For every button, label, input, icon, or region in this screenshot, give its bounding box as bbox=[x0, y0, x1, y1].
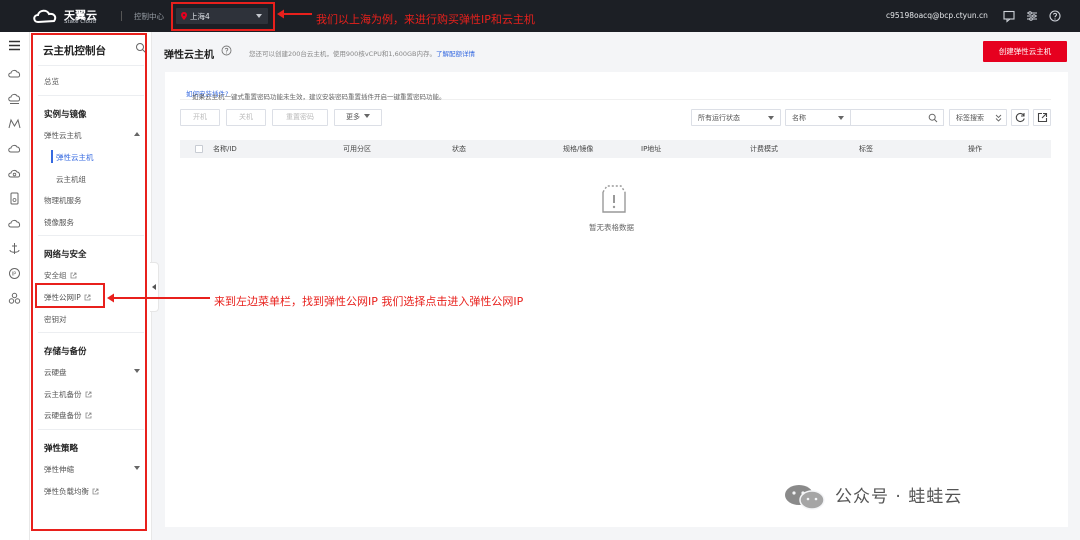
anchor-icon[interactable] bbox=[7, 241, 22, 256]
chevron-left-icon bbox=[152, 284, 156, 290]
search-input[interactable] bbox=[850, 109, 944, 126]
tag-search-label: 标签搜索 bbox=[956, 114, 984, 122]
help-icon[interactable] bbox=[221, 45, 232, 56]
annotation-arrow-left-icon bbox=[277, 9, 312, 19]
ip-icon[interactable]: IP bbox=[7, 266, 22, 281]
quota-info: 您还可以创建200台云主机，使用900核vCPU和1,600GB内存。了解配额详… bbox=[249, 50, 475, 58]
column-header[interactable]: IP地址 bbox=[641, 144, 661, 154]
start-button[interactable]: 开机 bbox=[180, 109, 220, 126]
annotation-box-region bbox=[171, 2, 275, 31]
column-header[interactable]: 计费模式 bbox=[750, 144, 778, 154]
notice-text: 如果云主机一键式重置密码功能未生效，建议安装密码重置插件开启一键重置密码功能。 bbox=[192, 93, 446, 101]
annotation-box-eip bbox=[35, 283, 105, 308]
menu-icon[interactable] bbox=[7, 38, 22, 53]
database-icon[interactable] bbox=[7, 191, 22, 206]
tag-search-toggle[interactable]: 标签搜索 bbox=[949, 109, 1007, 126]
status-filter-value: 所有运行状态 bbox=[698, 114, 740, 122]
svg-text:IP: IP bbox=[12, 272, 17, 278]
settings-icon[interactable] bbox=[1025, 9, 1039, 23]
cloud-storage-icon[interactable] bbox=[7, 91, 22, 106]
refresh-icon bbox=[1015, 112, 1025, 123]
cluster-icon[interactable] bbox=[7, 291, 22, 306]
chevron-down-icon bbox=[364, 114, 370, 118]
export-icon bbox=[1037, 112, 1048, 123]
message-icon[interactable] bbox=[1002, 9, 1016, 23]
brand-subtitle: State Cloud bbox=[64, 19, 97, 25]
export-button[interactable] bbox=[1033, 109, 1051, 126]
logo[interactable]: 天翼云 State Cloud bbox=[32, 6, 104, 26]
search-icon[interactable] bbox=[928, 113, 938, 123]
divider bbox=[121, 11, 122, 21]
search-field-select[interactable]: 名称 bbox=[785, 109, 851, 126]
top-bar: 天翼云 State Cloud 控制中心 上海4 c95198oacq@bcp.… bbox=[0, 0, 1080, 32]
cloud-db-icon[interactable] bbox=[7, 166, 22, 181]
chevron-down-icon bbox=[838, 116, 844, 120]
reset-password-button[interactable]: 重置密码 bbox=[272, 109, 328, 126]
select-all-checkbox[interactable] bbox=[195, 145, 203, 153]
stop-button[interactable]: 关机 bbox=[226, 109, 266, 126]
column-header[interactable]: 可用分区 bbox=[343, 144, 371, 154]
quota-details-link[interactable]: 了解配额详情 bbox=[436, 50, 475, 58]
page-title: 弹性云主机 bbox=[164, 50, 214, 61]
cloud-outline-icon[interactable] bbox=[7, 141, 22, 156]
wechat-icon bbox=[785, 485, 825, 510]
network-icon[interactable] bbox=[7, 116, 22, 131]
icon-rail: IP bbox=[0, 32, 30, 540]
page-header: 弹性云主机 您还可以创建200台云主机，使用900核vCPU和1,600GB内存… bbox=[153, 32, 1080, 72]
column-header[interactable]: 状态 bbox=[452, 144, 466, 154]
annotation-box-sidebar bbox=[31, 33, 147, 531]
user-email[interactable]: c95198oacq@bcp.ctyun.cn bbox=[886, 11, 988, 20]
empty-data-text: 暂无表格数据 bbox=[589, 223, 634, 232]
annotation-text-left: 来到左边菜单栏，找到弹性公网IP 我们选择点击进入弹性公网IP bbox=[214, 295, 524, 308]
watermark-text: 公众号 · 蛙蛙云 bbox=[835, 487, 963, 507]
sidebar-collapse-handle[interactable] bbox=[150, 262, 159, 312]
column-header[interactable]: 操作 bbox=[968, 144, 982, 154]
column-header[interactable]: 规格/镜像 bbox=[563, 144, 593, 154]
annotation-arrow-left-icon bbox=[107, 293, 210, 303]
chevron-down-icon bbox=[768, 116, 774, 120]
refresh-button[interactable] bbox=[1011, 109, 1029, 126]
console-link[interactable]: 控制中心 bbox=[134, 11, 164, 22]
more-button[interactable]: 更多 bbox=[334, 109, 382, 126]
column-header[interactable]: 标签 bbox=[859, 144, 873, 154]
empty-data-icon bbox=[602, 185, 626, 213]
watermark: 公众号 · 蛙蛙云 bbox=[783, 480, 1053, 512]
annotation-text-top: 我们以上海为例，来进行购买弹性IP和云主机 bbox=[316, 13, 535, 26]
create-ecs-button[interactable]: 创建弹性云主机 bbox=[983, 41, 1067, 62]
logo-cloud-icon bbox=[33, 9, 57, 24]
cloud-sync-icon[interactable] bbox=[7, 216, 22, 231]
status-filter[interactable]: 所有运行状态 bbox=[691, 109, 781, 126]
double-chevron-down-icon bbox=[995, 114, 1002, 122]
cloud-icon[interactable] bbox=[7, 66, 22, 81]
search-field-value: 名称 bbox=[792, 114, 806, 122]
column-header[interactable]: 名称/ID bbox=[213, 144, 237, 154]
table-header: 名称/ID 可用分区 状态 规格/镜像 IP地址 计费模式 标签 操作 bbox=[180, 140, 1051, 158]
notice-bar: 如果云主机一键式重置密码功能未生效，建议安装密码重置插件开启一键重置密码功能。如… bbox=[180, 85, 1051, 101]
help-icon[interactable] bbox=[1048, 9, 1062, 23]
